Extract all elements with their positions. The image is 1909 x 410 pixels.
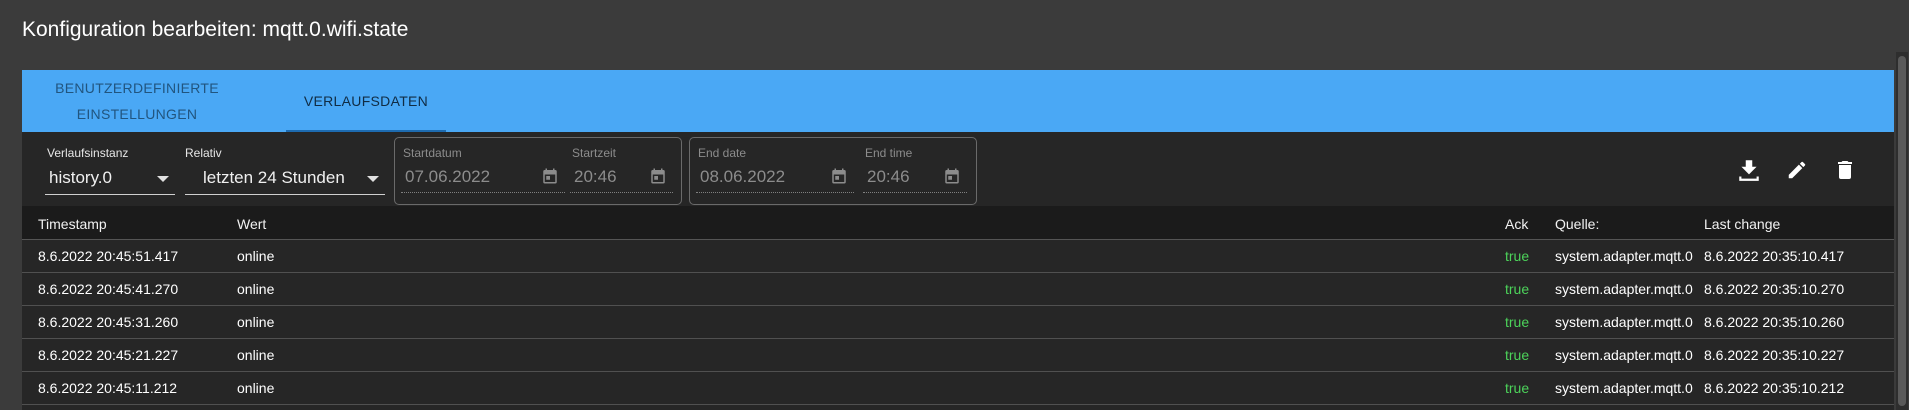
cell-timestamp: 8.6.2022 20:45:31.260	[38, 314, 179, 330]
start-time-input[interactable]: 20:46	[570, 162, 673, 193]
relative-select[interactable]: letzten 24 Stunden	[185, 162, 385, 195]
instance-value: history.0	[49, 168, 112, 187]
tab-bar: BENUTZERDEFINIERTE EINSTELLUNGEN VERLAUF…	[22, 70, 1894, 132]
instance-select[interactable]: history.0	[45, 162, 175, 195]
start-date-input[interactable]: 07.06.2022	[401, 162, 565, 193]
cell-ack: true	[1505, 380, 1530, 396]
end-range-group: End date 08.06.2022 End time 20:46	[689, 137, 977, 205]
cell-timestamp: 8.6.2022 20:45:51.417	[38, 248, 179, 264]
cell-value: online	[237, 380, 275, 396]
cell-last-change: 8.6.2022 20:35:10.227	[1704, 347, 1845, 363]
table-row[interactable]: 8.6.2022 20:45:41.270 online true system…	[22, 273, 1894, 306]
download-icon[interactable]	[1736, 157, 1762, 183]
end-time-label: End time	[865, 146, 913, 160]
cell-value: online	[237, 314, 275, 330]
cell-source: system.adapter.mqtt.0	[1555, 281, 1693, 297]
cell-ack: true	[1505, 248, 1530, 264]
calendar-icon[interactable]	[541, 167, 559, 185]
header-source[interactable]: Quelle:	[1555, 216, 1599, 232]
start-range-group: Startdatum 07.06.2022 Startzeit 20:46	[394, 137, 682, 205]
cell-ack: true	[1505, 281, 1530, 297]
history-panel: BENUTZERDEFINIERTE EINSTELLUNGEN VERLAUF…	[22, 70, 1894, 410]
cell-source: system.adapter.mqtt.0	[1555, 248, 1693, 264]
instance-label: Verlaufsinstanz	[47, 146, 129, 160]
start-time-label: Startzeit	[572, 146, 617, 160]
header-value[interactable]: Wert	[237, 216, 266, 232]
cell-ack: true	[1505, 347, 1530, 363]
cell-timestamp: 8.6.2022 20:45:21.227	[38, 347, 179, 363]
relative-label: Relativ	[185, 146, 222, 160]
table-row[interactable]: 8.6.2022 20:45:21.227 online true system…	[22, 339, 1894, 372]
table-row[interactable]: 8.6.2022 20:45:51.417 online true system…	[22, 240, 1894, 273]
start-time-value: 20:46	[574, 167, 617, 186]
end-date-input[interactable]: 08.06.2022	[696, 162, 854, 193]
cell-ack: true	[1505, 314, 1530, 330]
cell-last-change: 8.6.2022 20:35:10.417	[1704, 248, 1845, 264]
table-header: Timestamp Wert Ack Quelle: Last change	[22, 206, 1894, 240]
cell-timestamp: 8.6.2022 20:45:41.270	[38, 281, 179, 297]
end-date-label: End date	[698, 146, 747, 160]
calendar-icon[interactable]	[649, 167, 667, 185]
calendar-icon[interactable]	[943, 167, 961, 185]
edit-icon[interactable]	[1786, 159, 1808, 181]
dialog-title: Konfiguration bearbeiten: mqtt.0.wifi.st…	[22, 18, 409, 41]
cell-last-change: 8.6.2022 20:35:10.260	[1704, 314, 1845, 330]
cell-value: online	[237, 281, 275, 297]
header-ack[interactable]: Ack	[1505, 216, 1528, 232]
cell-value: online	[237, 248, 275, 264]
tab-history-data[interactable]: VERLAUFSDATEN	[286, 70, 446, 132]
vertical-scrollbar[interactable]	[1896, 52, 1908, 410]
start-date-value: 07.06.2022	[405, 167, 491, 186]
table-row[interactable]: 8.6.2022 20:45:31.260 online true system…	[22, 306, 1894, 339]
scrollbar-thumb[interactable]	[1898, 56, 1906, 406]
cell-source: system.adapter.mqtt.0	[1555, 380, 1693, 396]
relative-value: letzten 24 Stunden	[203, 168, 345, 187]
cell-timestamp: 8.6.2022 20:45:11.212	[38, 380, 178, 396]
cell-source: system.adapter.mqtt.0	[1555, 347, 1693, 363]
end-time-value: 20:46	[867, 167, 910, 186]
calendar-icon[interactable]	[830, 167, 848, 185]
cell-last-change: 8.6.2022 20:35:10.270	[1704, 281, 1845, 297]
start-date-label: Startdatum	[403, 146, 462, 160]
cell-source: system.adapter.mqtt.0	[1555, 314, 1693, 330]
cell-value: online	[237, 347, 275, 363]
delete-icon[interactable]	[1833, 158, 1857, 182]
header-last-change[interactable]: Last change	[1704, 216, 1780, 232]
end-time-input[interactable]: 20:46	[863, 162, 967, 193]
chevron-down-icon	[367, 176, 379, 182]
table-row[interactable]: 8.6.2022 20:45:11.212 online true system…	[22, 372, 1894, 405]
tab-custom-settings[interactable]: BENUTZERDEFINIERTE EINSTELLUNGEN	[55, 70, 219, 132]
cell-last-change: 8.6.2022 20:35:10.212	[1704, 380, 1845, 396]
header-timestamp[interactable]: Timestamp	[38, 216, 107, 232]
filter-toolbar: Verlaufsinstanz history.0 Relativ letzte…	[22, 132, 1894, 206]
chevron-down-icon	[157, 176, 169, 182]
end-date-value: 08.06.2022	[700, 167, 786, 186]
